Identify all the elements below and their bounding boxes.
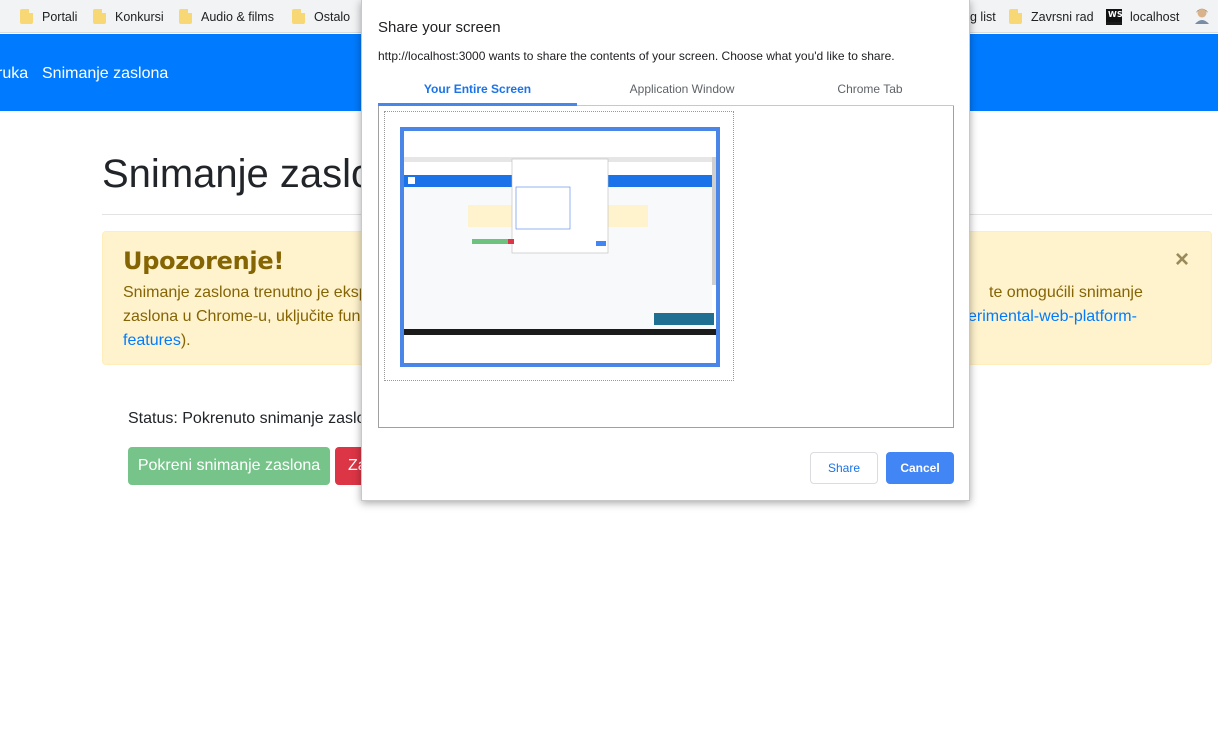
chrome-flags-link[interactable]: features [123, 332, 181, 349]
folder-icon [93, 9, 106, 24]
nav-link-upute[interactable]: ruka [0, 65, 28, 83]
alert-heading: Upozorenje! [123, 247, 284, 275]
bookmark-portali[interactable]: Portali [20, 8, 77, 25]
chrome-flags-link[interactable]: erimental-web-platform- [968, 308, 1137, 326]
screen-preview-image [404, 131, 716, 363]
bookmark-g-list[interactable]: g list [970, 8, 996, 25]
screen-source-item[interactable] [384, 111, 734, 381]
alert-text: Snimanje zaslona trenutno je eksp [123, 284, 368, 301]
alert-text: zaslona u Chrome-u, uključite funk [123, 308, 369, 325]
bookmark-ostalo[interactable]: Ostalo [292, 8, 350, 25]
folder-icon [20, 9, 33, 24]
source-panel [378, 106, 954, 428]
cancel-button[interactable]: Cancel [886, 452, 954, 484]
profile-avatar-icon[interactable] [1194, 7, 1210, 24]
folder-icon [292, 9, 305, 24]
nav-link-snimanje-zaslona[interactable]: Snimanje zaslona [42, 65, 168, 83]
alert-text: te omogućili snimanje [989, 284, 1143, 301]
bookmark-konkursi[interactable]: Konkursi [93, 8, 164, 25]
bookmark-localhost[interactable]: WS localhost [1106, 8, 1179, 25]
screen-thumbnail[interactable] [400, 127, 720, 367]
tab-application-window[interactable]: Application Window [586, 82, 778, 106]
share-button[interactable]: Share [810, 452, 878, 484]
bookmark-zavrsni-rad[interactable]: Zavrsni rad [1009, 8, 1094, 25]
folder-icon [1009, 9, 1022, 24]
page-title: Snimanje zaslo [102, 152, 374, 196]
dialog-description: http://localhost:3000 wants to share the… [378, 49, 895, 63]
close-icon[interactable]: × [1175, 248, 1189, 272]
webstorm-icon: WS [1106, 8, 1123, 25]
start-recording-button[interactable]: Pokreni snimanje zaslona [128, 447, 330, 485]
dialog-title: Share your screen [378, 19, 501, 36]
share-screen-dialog: Share your screen http://localhost:3000 … [361, 0, 970, 501]
status-text: Status: Pokrenuto snimanje zaslon [128, 410, 375, 427]
alert-text-end: features). [123, 332, 191, 349]
folder-icon [179, 9, 192, 24]
tab-chrome-tab[interactable]: Chrome Tab [778, 82, 962, 106]
bookmark-audio-films[interactable]: Audio & films [179, 8, 274, 25]
